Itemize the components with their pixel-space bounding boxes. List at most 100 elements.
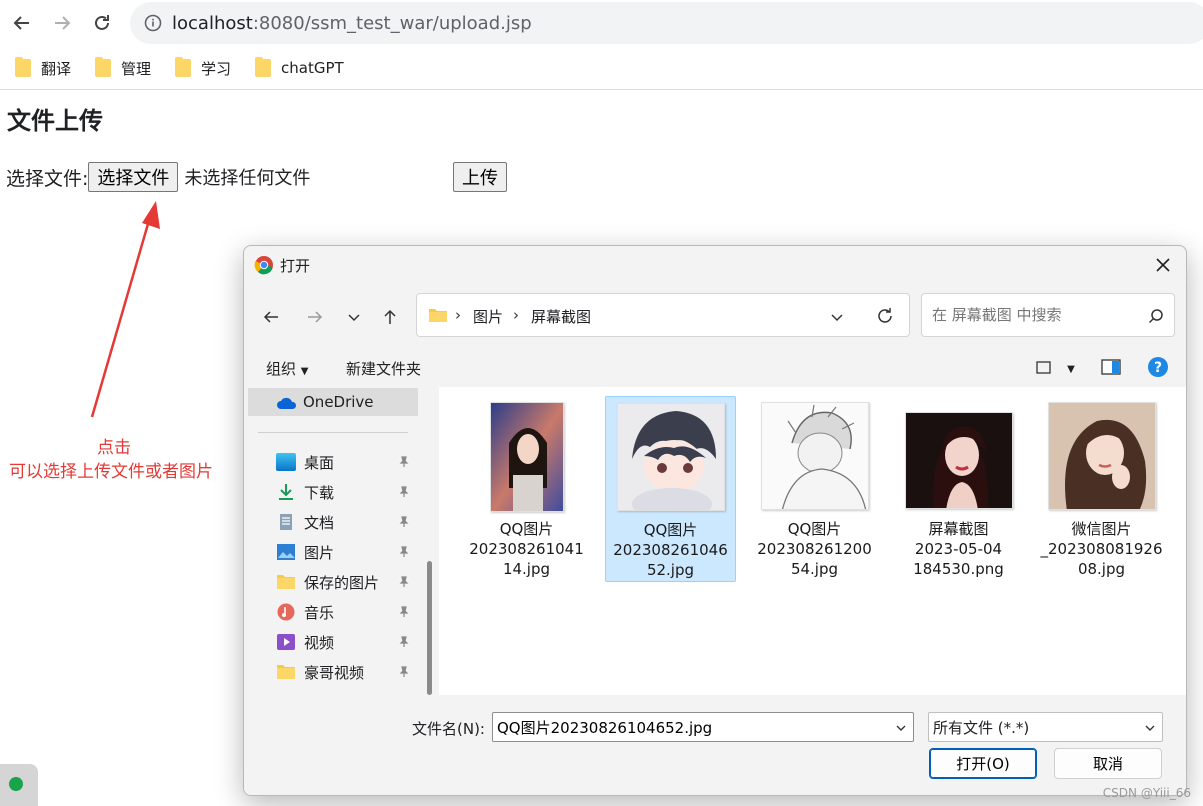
forward-button[interactable]: [48, 9, 76, 37]
pin-icon[interactable]: [398, 546, 410, 558]
breadcrumb-separator: ›: [513, 306, 519, 324]
bookmark-label: 学习: [201, 59, 232, 78]
folder-icon: [277, 665, 295, 679]
dialog-back-button[interactable]: [258, 304, 284, 330]
forward-arrow-icon: [308, 311, 323, 323]
file-label: 选择文件:: [6, 167, 89, 190]
cancel-button[interactable]: 取消: [1054, 748, 1162, 779]
filename-input[interactable]: QQ图片20230826104652.jpg: [492, 712, 914, 742]
up-folder-button[interactable]: [377, 304, 403, 330]
open-button[interactable]: 打开(O): [929, 748, 1037, 779]
reload-icon: [95, 15, 109, 30]
pin-icon[interactable]: [398, 456, 410, 468]
search-input[interactable]: [930, 304, 1130, 326]
file-item[interactable]: 屏幕截图 2023-05-04 184530.png: [893, 396, 1024, 582]
cloud-icon: [277, 397, 297, 409]
sidebar-divider: [258, 432, 408, 433]
back-button[interactable]: [8, 9, 36, 37]
bookmark-label: chatGPT: [281, 59, 344, 77]
sidebar-item-documents[interactable]: 文档: [276, 508, 416, 536]
filename-value: QQ图片20230826104652.jpg: [497, 719, 713, 737]
breadcrumb-pictures[interactable]: 图片: [473, 306, 503, 327]
file-name: QQ图片 202308261041 14.jpg: [469, 520, 584, 578]
filetype-select[interactable]: 所有文件 (*.*): [928, 712, 1163, 742]
view-options-button[interactable]: ▼: [1036, 360, 1075, 379]
bookmark-folder-study[interactable]: 学习: [175, 54, 231, 82]
reload-button[interactable]: [88, 9, 116, 37]
sidebar-item-onedrive[interactable]: OneDrive: [248, 388, 418, 416]
pin-icon[interactable]: [398, 516, 410, 528]
folder-icon: [255, 57, 271, 77]
chevron-down-icon[interactable]: [830, 310, 844, 324]
dialog-footer: 文件名(N): QQ图片20230826104652.jpg 所有文件 (*.*…: [244, 696, 1186, 795]
sidebar-item-label: 视频: [304, 633, 335, 652]
help-icon: ?: [1148, 357, 1168, 377]
sidebar-item-downloads[interactable]: 下载: [276, 478, 416, 506]
bookmark-folder-chatgpt[interactable]: chatGPT: [255, 54, 344, 82]
breadcrumb-screenshots[interactable]: 屏幕截图: [531, 306, 591, 327]
navigation-pane: OneDrive 桌面 下载 文档 图片 保存的图片 音乐 视频 豪哥视频: [244, 386, 438, 696]
folder-icon: [95, 57, 111, 77]
folder-icon: [15, 57, 31, 77]
chevron-down-icon[interactable]: [895, 722, 907, 734]
new-folder-button[interactable]: 新建文件夹: [346, 358, 421, 379]
dialog-titlebar[interactable]: 打开: [244, 246, 1186, 284]
pin-icon[interactable]: [398, 486, 410, 498]
organize-label: 组织: [266, 360, 297, 378]
download-icon: [279, 484, 293, 500]
close-button[interactable]: [1152, 254, 1174, 276]
refresh-icon[interactable]: [875, 306, 895, 326]
address-bar[interactable]: localhost:8080/ssm_test_war/upload.jsp: [130, 2, 1203, 44]
url-path: :8080/ssm_test_war/upload.jsp: [252, 13, 532, 34]
no-file-text: 未选择任何文件: [184, 168, 311, 189]
help-button[interactable]: ?: [1147, 356, 1169, 382]
open-file-dialog: 打开 › 图片 › 屏幕截图 组织 ▼ 新建文件夹 ▼ ?: [243, 245, 1187, 796]
choose-file-button[interactable]: 选择文件: [88, 162, 179, 192]
preview-pane-button[interactable]: [1101, 359, 1121, 379]
pin-icon[interactable]: [398, 666, 410, 678]
sidebar-item-music[interactable]: 音乐: [276, 598, 416, 626]
sidebar-item-label: OneDrive: [303, 393, 374, 411]
search-icon[interactable]: [1148, 308, 1164, 324]
pin-icon[interactable]: [398, 636, 410, 648]
sidebar-item-pictures[interactable]: 图片: [276, 538, 416, 566]
sidebar-item-desktop[interactable]: 桌面: [276, 448, 416, 476]
bookmark-label: 管理: [121, 59, 152, 78]
file-item[interactable]: 微信图片 _202308081926 08.jpg: [1036, 396, 1167, 582]
sidebar-scrollbar[interactable]: [427, 561, 432, 695]
music-icon: [277, 603, 295, 621]
filetype-value: 所有文件 (*.*): [933, 719, 1030, 737]
svg-text:?: ?: [1154, 360, 1162, 376]
bookmark-folder-manage[interactable]: 管理: [95, 54, 151, 82]
preview-pane-icon: [1101, 359, 1121, 375]
pin-icon[interactable]: [398, 576, 410, 588]
info-icon[interactable]: [144, 14, 162, 32]
recent-locations-button[interactable]: [341, 304, 367, 330]
sidebar-item-label: 文档: [304, 513, 335, 532]
upload-button[interactable]: 上传: [453, 162, 507, 192]
image-thumbnail: [904, 412, 1013, 509]
image-thumbnail: [1047, 402, 1156, 510]
chevron-down-icon: [1145, 725, 1155, 731]
dropdown-caret-icon: ▼: [1067, 364, 1075, 375]
pin-icon[interactable]: [398, 606, 410, 618]
organize-menu[interactable]: 组织 ▼: [266, 358, 309, 379]
address-breadcrumb[interactable]: › 图片 › 屏幕截图: [416, 293, 910, 337]
corner-widget[interactable]: [0, 764, 38, 806]
search-box[interactable]: [921, 293, 1175, 337]
page-title: 文件上传: [7, 107, 103, 135]
watermark: CSDN @Yiii_66: [1102, 786, 1191, 800]
file-item[interactable]: QQ图片 202308261200 54.jpg: [749, 396, 880, 582]
dialog-title: 打开: [280, 257, 311, 275]
file-item[interactable]: QQ图片 202308261041 14.jpg: [461, 396, 592, 582]
browser-toolbar: localhost:8080/ssm_test_war/upload.jsp 翻…: [0, 0, 1203, 90]
sidebar-item-label: 保存的图片: [304, 573, 380, 592]
sidebar-item-hao-videos[interactable]: 豪哥视频: [276, 658, 416, 686]
file-item-selected[interactable]: QQ图片 202308261046 52.jpg: [605, 396, 736, 582]
dialog-forward-button[interactable]: [302, 304, 328, 330]
annotation-line-1: 点击: [97, 438, 131, 458]
sidebar-item-saved-pictures[interactable]: 保存的图片: [276, 568, 416, 596]
bookmark-folder-translate[interactable]: 翻译: [15, 54, 71, 82]
annotation-arrow: [90, 201, 160, 418]
sidebar-item-videos[interactable]: 视频: [276, 628, 416, 656]
